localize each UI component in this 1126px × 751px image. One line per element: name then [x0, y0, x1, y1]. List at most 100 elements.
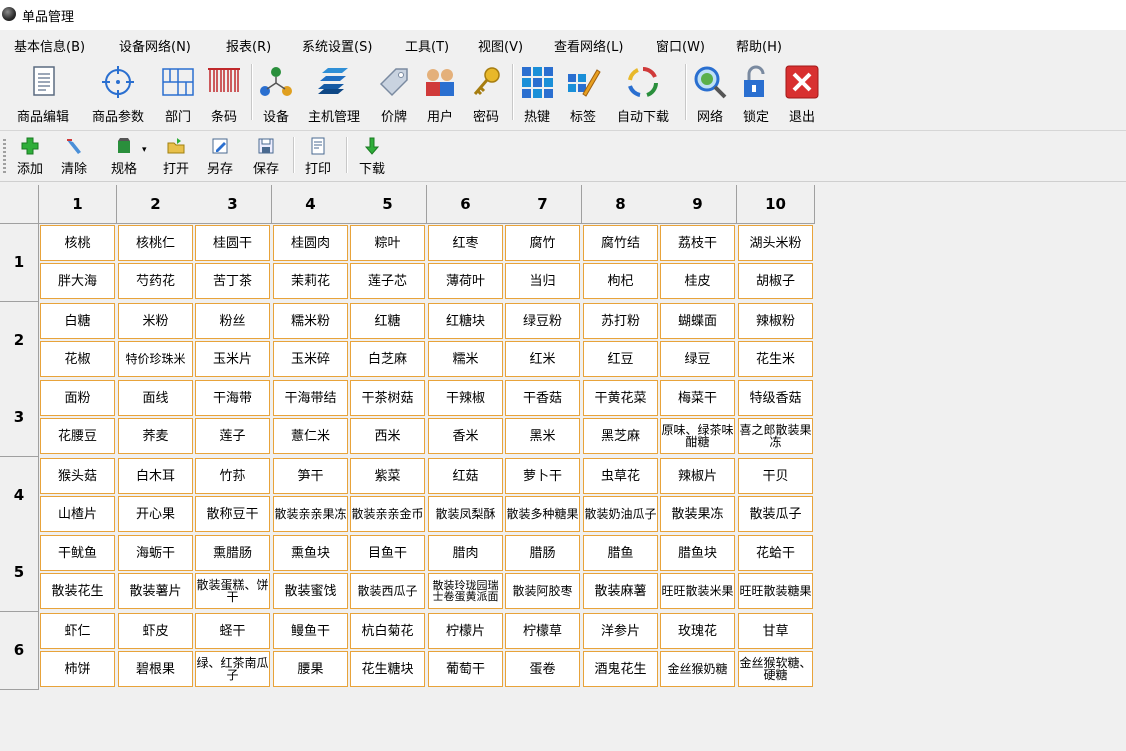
product-cell[interactable]: 黑芝麻 — [583, 418, 658, 454]
product-cell[interactable]: 腊肉 — [428, 535, 503, 571]
product-cell[interactable]: 干黄花菜 — [583, 380, 658, 416]
product-cell[interactable]: 粽叶 — [350, 225, 425, 261]
save-button[interactable]: 保存 — [248, 133, 284, 177]
product-cell[interactable]: 散装瓜子 — [738, 496, 813, 532]
product-cell[interactable]: 核桃 — [40, 225, 115, 261]
product-cell[interactable]: 绿、红茶南瓜子 — [195, 651, 270, 687]
product-cell[interactable]: 莲子芯 — [350, 263, 425, 299]
toolbar-grip[interactable] — [3, 139, 6, 173]
product-cell[interactable]: 干海带 — [195, 380, 270, 416]
product-cell[interactable]: 腐竹结 — [583, 225, 658, 261]
product-cell[interactable]: 荞麦 — [118, 418, 193, 454]
product-cell[interactable]: 散装多种糖果 — [505, 496, 580, 532]
product-cell[interactable]: 白芝麻 — [350, 341, 425, 377]
product-cell[interactable]: 紫菜 — [350, 458, 425, 494]
product-cell[interactable]: 花腰豆 — [40, 418, 115, 454]
product-cell[interactable]: 莲子 — [195, 418, 270, 454]
menu-tools[interactable]: 工具(T) — [405, 36, 449, 55]
product-cell[interactable]: 苏打粉 — [583, 303, 658, 339]
product-cell[interactable]: 枸杞 — [583, 263, 658, 299]
product-cell[interactable]: 葡萄干 — [428, 651, 503, 687]
product-cell[interactable]: 干海带结 — [273, 380, 348, 416]
product-cell[interactable]: 花椒 — [40, 341, 115, 377]
barcode-button[interactable]: 条码 — [204, 60, 244, 126]
product-cell[interactable]: 芍药花 — [118, 263, 193, 299]
menu-system-settings[interactable]: 系统设置(S) — [302, 36, 372, 55]
product-cell[interactable]: 竹荪 — [195, 458, 270, 494]
department-button[interactable]: 部门 — [158, 60, 198, 126]
product-cell[interactable]: 柠檬草 — [505, 613, 580, 649]
price-tag-button[interactable]: 价牌 — [374, 60, 414, 126]
product-cell[interactable]: 面线 — [118, 380, 193, 416]
product-cell[interactable]: 面粉 — [40, 380, 115, 416]
product-cell[interactable]: 腊肠 — [505, 535, 580, 571]
menu-basic-info[interactable]: 基本信息(B) — [14, 36, 85, 55]
product-cell[interactable]: 核桃仁 — [118, 225, 193, 261]
product-cell[interactable]: 喜之郎散装果冻 — [738, 418, 813, 454]
product-cell[interactable]: 腊鱼块 — [660, 535, 735, 571]
label-button[interactable]: 标签 — [563, 60, 603, 126]
product-cell[interactable]: 红枣 — [428, 225, 503, 261]
product-cell[interactable]: 荔枝干 — [660, 225, 735, 261]
lock-button[interactable]: 锁定 — [736, 60, 776, 126]
print-button[interactable]: 打印 — [300, 133, 336, 177]
product-cell[interactable]: 虫草花 — [583, 458, 658, 494]
product-cell[interactable]: 猴头菇 — [40, 458, 115, 494]
product-cell[interactable]: 萝卜干 — [505, 458, 580, 494]
product-cell[interactable]: 腐竹 — [505, 225, 580, 261]
product-cell[interactable]: 散装蛋糕、饼干 — [195, 573, 270, 609]
product-cell[interactable]: 干鱿鱼 — [40, 535, 115, 571]
product-cell[interactable]: 西米 — [350, 418, 425, 454]
product-cell[interactable]: 糯米 — [428, 341, 503, 377]
product-cell[interactable]: 湖头米粉 — [738, 225, 813, 261]
menu-device-network[interactable]: 设备网络(N) — [119, 36, 191, 55]
product-cell[interactable]: 散装凤梨酥 — [428, 496, 503, 532]
product-cell[interactable]: 桂皮 — [660, 263, 735, 299]
product-cell[interactable]: 黑米 — [505, 418, 580, 454]
network-button[interactable]: 网络 — [690, 60, 730, 126]
product-cell[interactable]: 玫瑰花 — [660, 613, 735, 649]
menu-reports[interactable]: 报表(R) — [226, 36, 271, 55]
product-cell[interactable]: 花蛤干 — [738, 535, 813, 571]
product-cell[interactable]: 散装蜜饯 — [273, 573, 348, 609]
product-cell[interactable]: 柿饼 — [40, 651, 115, 687]
product-cell[interactable]: 开心果 — [118, 496, 193, 532]
product-cell[interactable]: 鳗鱼干 — [273, 613, 348, 649]
product-cell[interactable]: 散装奶油瓜子 — [583, 496, 658, 532]
spec-dropdown-button[interactable]: 规格 ▾ — [102, 133, 147, 177]
product-cell[interactable]: 米粉 — [118, 303, 193, 339]
product-cell[interactable]: 旺旺散装糖果 — [738, 573, 813, 609]
product-edit-button[interactable]: 商品编辑 — [12, 60, 74, 126]
download-button[interactable]: 下载 — [354, 133, 390, 177]
product-cell[interactable]: 玉米碎 — [273, 341, 348, 377]
product-cell[interactable]: 当归 — [505, 263, 580, 299]
product-cell[interactable]: 腊鱼 — [583, 535, 658, 571]
product-cell[interactable]: 腰果 — [273, 651, 348, 687]
product-cell[interactable]: 散装麻薯 — [583, 573, 658, 609]
product-params-button[interactable]: 商品参数 — [86, 60, 150, 126]
product-cell[interactable]: 香米 — [428, 418, 503, 454]
product-cell[interactable]: 红糖 — [350, 303, 425, 339]
product-cell[interactable]: 虾仁 — [40, 613, 115, 649]
product-cell[interactable]: 梅菜干 — [660, 380, 735, 416]
product-cell[interactable]: 目鱼干 — [350, 535, 425, 571]
product-cell[interactable]: 苦丁茶 — [195, 263, 270, 299]
product-cell[interactable]: 薄荷叶 — [428, 263, 503, 299]
product-cell[interactable]: 柠檬片 — [428, 613, 503, 649]
product-cell[interactable]: 红米 — [505, 341, 580, 377]
product-cell[interactable]: 特级香菇 — [738, 380, 813, 416]
product-cell[interactable]: 红糖块 — [428, 303, 503, 339]
product-cell[interactable]: 山楂片 — [40, 496, 115, 532]
device-button[interactable]: 设备 — [256, 60, 296, 126]
product-cell[interactable]: 白糖 — [40, 303, 115, 339]
product-cell[interactable]: 洋参片 — [583, 613, 658, 649]
product-cell[interactable]: 绿豆粉 — [505, 303, 580, 339]
product-cell[interactable]: 干辣椒 — [428, 380, 503, 416]
product-cell[interactable]: 桂圆肉 — [273, 225, 348, 261]
auto-download-button[interactable]: 自动下载 — [609, 60, 677, 126]
product-cell[interactable]: 金丝猴奶糖 — [660, 651, 735, 687]
product-cell[interactable]: 胡椒子 — [738, 263, 813, 299]
product-cell[interactable]: 杭白菊花 — [350, 613, 425, 649]
product-cell[interactable]: 散装亲亲金币 — [350, 496, 425, 532]
product-cell[interactable]: 旺旺散装米果 — [660, 573, 735, 609]
